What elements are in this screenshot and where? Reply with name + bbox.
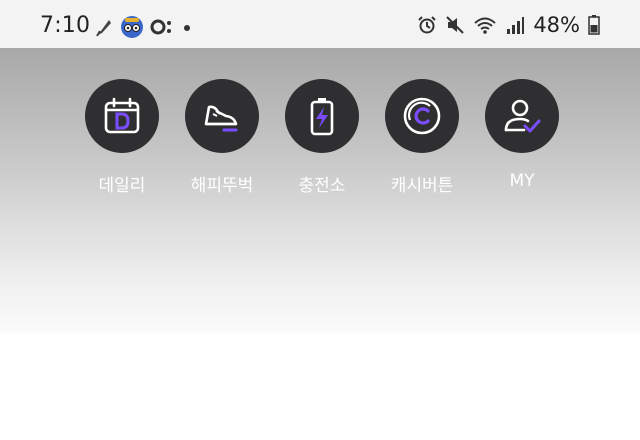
wifi-icon [473, 15, 497, 35]
dot-icon [182, 17, 192, 37]
content-area [0, 333, 640, 440]
signal-icon [505, 15, 525, 35]
user-check-icon[interactable] [485, 79, 559, 153]
battery-bolt-icon[interactable] [285, 79, 359, 153]
battery-icon [588, 15, 600, 35]
menu-item-my[interactable]: MY [472, 79, 572, 191]
chat-app-icon [150, 17, 176, 37]
menu-item-daily[interactable]: 데일리 [72, 79, 172, 196]
menu-label-happy-walk: 해피뚜벅 [190, 176, 254, 196]
quick-menu-row: 데일리 해피뚜벅 충전소 캐시버튼 MY [72, 79, 572, 199]
mute-icon [445, 15, 465, 35]
status-left-icons [94, 15, 192, 39]
calendar-d-icon[interactable] [85, 79, 159, 153]
menu-label-daily: 데일리 [98, 176, 146, 196]
menu-item-cash-button[interactable]: 캐시버튼 [372, 79, 472, 196]
menu-item-happy-walk[interactable]: 해피뚜벅 [172, 79, 272, 196]
menu-label-cash-button: 캐시버튼 [390, 176, 454, 196]
status-bar: 7:10 48% [0, 0, 640, 48]
battery-percent: 48% [533, 13, 580, 37]
character-avatar-icon [120, 15, 144, 39]
sneaker-icon[interactable] [185, 79, 259, 153]
menu-label-my: MY [509, 171, 535, 191]
menu-item-charging-station[interactable]: 충전소 [272, 79, 372, 196]
quill-icon [94, 17, 114, 37]
status-right-icons: 48% [417, 13, 600, 37]
alarm-icon [417, 15, 437, 35]
status-time: 7:10 [40, 13, 91, 38]
coin-c-icon[interactable] [385, 79, 459, 153]
menu-label-charging-station: 충전소 [298, 176, 346, 196]
